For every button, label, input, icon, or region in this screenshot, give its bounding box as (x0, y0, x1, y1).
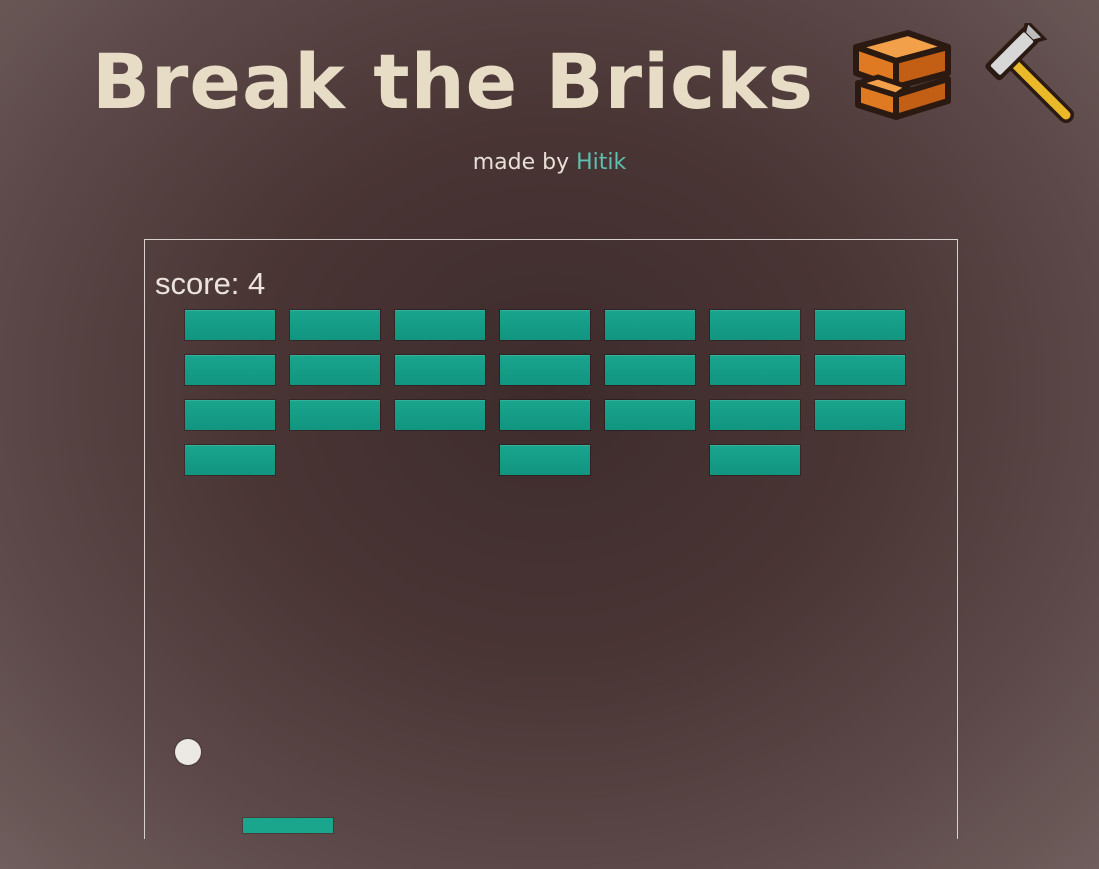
title-icons (848, 18, 1078, 141)
ball (175, 739, 201, 765)
brick (605, 310, 695, 340)
brick (185, 310, 275, 340)
paddle[interactable] (243, 818, 333, 833)
brick (815, 310, 905, 340)
brick (815, 355, 905, 385)
brick (710, 355, 800, 385)
brick (395, 355, 485, 385)
brick (185, 355, 275, 385)
brick (290, 400, 380, 430)
author-link[interactable]: Hitik (576, 150, 626, 175)
brick (500, 400, 590, 430)
brick (710, 310, 800, 340)
title-text: Break the Bricks (92, 37, 814, 126)
brick (185, 445, 275, 475)
brick (500, 445, 590, 475)
brick (395, 310, 485, 340)
brick (500, 310, 590, 340)
brick (290, 355, 380, 385)
brick (290, 310, 380, 340)
brick (710, 400, 800, 430)
hammer-icon (974, 18, 1078, 141)
brick (500, 355, 590, 385)
credit-prefix: made by (472, 150, 577, 175)
score-display: score: 4 (155, 266, 266, 301)
credit-line: made by Hitik (0, 150, 1099, 175)
game-canvas[interactable]: score: 4 (144, 239, 958, 839)
page-title: Break the Bricks (92, 18, 1078, 132)
brick (815, 400, 905, 430)
brick (605, 355, 695, 385)
brick (185, 400, 275, 430)
brick (395, 400, 485, 430)
brick (605, 400, 695, 430)
bricks-icon (848, 25, 958, 139)
brick (710, 445, 800, 475)
